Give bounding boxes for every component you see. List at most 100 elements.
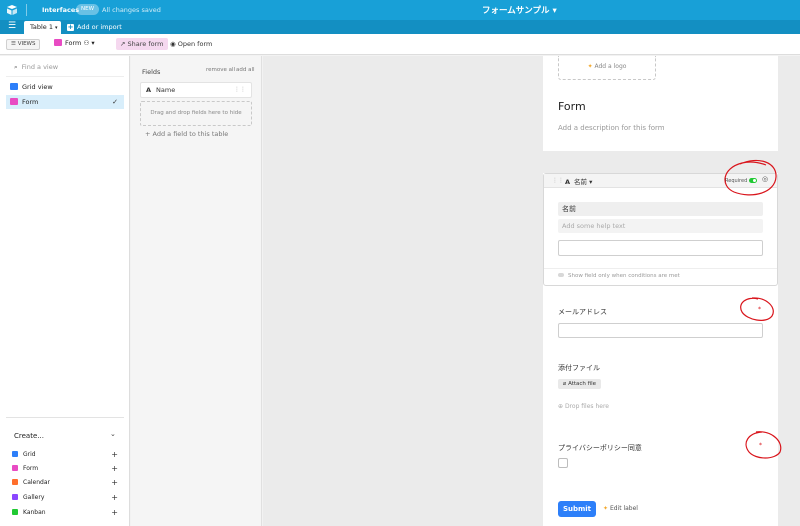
add-logo-button[interactable]: ✦ Add a logo <box>558 56 656 80</box>
calendar-view-icon <box>12 479 18 485</box>
privacy-field-label: プライバシーポリシー同意 <box>558 444 642 452</box>
fields-panel: Fields remove all add all A Name ⋮⋮ Drag … <box>131 56 262 526</box>
create-item-label: Form <box>23 465 39 472</box>
create-item-label: Calendar <box>23 479 50 486</box>
field-label-input[interactable]: 名前 <box>558 202 763 216</box>
email-field-label: メールアドレス <box>558 308 607 316</box>
share-form-button[interactable]: ↗ Share form <box>116 38 168 50</box>
text-field-icon: A <box>565 178 571 186</box>
field-card-name[interactable]: A Name ⋮⋮ <box>140 82 252 98</box>
current-view-selector[interactable]: Form ⚇ ▾ <box>54 39 95 47</box>
tab-table-1[interactable]: Table 1 ▾ <box>24 21 61 34</box>
create-calendar-button[interactable]: Calendar + <box>12 477 120 489</box>
field-type-selector[interactable]: A 名前 ▾ <box>565 176 592 186</box>
views-label: VIEWS <box>17 41 36 47</box>
attach-file-button[interactable]: ⌀ Attach file <box>558 379 602 389</box>
add-field-label: Add a field to this table <box>152 130 229 138</box>
divider <box>26 4 27 16</box>
help-text-input[interactable]: Add some help text <box>558 219 763 233</box>
table-tab-bar: ☰ Table 1 ▾ + Add or import <box>0 20 800 34</box>
chevron-down-icon[interactable]: ⌄ <box>110 430 116 438</box>
chevron-down-icon: ▾ <box>55 25 58 31</box>
top-bar: Interfaces NEW All changes saved フォームサンプ… <box>0 0 800 20</box>
name-preview-input[interactable] <box>558 240 763 256</box>
sidebar-item-form[interactable]: Form ✓ <box>6 95 124 109</box>
create-kanban-button[interactable]: Kanban + <box>12 507 120 519</box>
add-all-link[interactable]: add all <box>236 67 255 73</box>
create-item-label: Gallery <box>23 494 45 501</box>
add-field-button[interactable]: + Add a field to this table <box>145 130 228 138</box>
form-view-icon <box>10 98 18 105</box>
interfaces-link[interactable]: Interfaces <box>42 6 79 14</box>
add-or-import-button[interactable]: + Add or import <box>67 23 122 31</box>
chevron-down-icon: ▾ <box>89 39 95 47</box>
create-gallery-button[interactable]: Gallery + <box>12 492 120 504</box>
menu-icon: ☰ <box>11 41 18 47</box>
find-view-input[interactable]: ⌕ Find a view <box>14 63 58 72</box>
magic-wand-icon: ✦ <box>587 63 595 70</box>
view-name: Form <box>65 39 82 47</box>
sidebar-item-grid-view[interactable]: Grid view <box>6 80 124 94</box>
create-section-label[interactable]: Create... <box>14 432 44 440</box>
search-icon: ⌕ <box>14 63 18 71</box>
email-input[interactable] <box>558 323 763 338</box>
section-gap <box>543 151 778 173</box>
fields-title: Fields <box>142 68 161 76</box>
required-toggle[interactable] <box>749 178 757 183</box>
conditional-visibility-toggle[interactable]: Show field only when conditions are met <box>558 273 680 279</box>
open-form-label: Open form <box>177 40 213 48</box>
view-item-label: Grid view <box>22 83 53 91</box>
share-form-label: Share form <box>127 40 164 48</box>
drag-handle-icon[interactable]: ⋮⋮ <box>552 177 564 184</box>
chevron-down-icon: ▾ <box>587 178 593 186</box>
views-toggle-button[interactable]: ☰ VIEWS <box>6 39 41 50</box>
submit-button[interactable]: Submit <box>558 501 596 517</box>
check-icon: ✓ <box>112 98 118 106</box>
plus-icon: + <box>111 450 118 459</box>
base-title[interactable]: フォームサンプル ▾ <box>482 4 557 16</box>
plus-icon: + <box>111 508 118 517</box>
text-field-icon: A <box>146 86 152 94</box>
form-title[interactable]: Form <box>558 100 586 113</box>
magic-wand-icon: ✦ <box>603 505 610 512</box>
find-view-placeholder: Find a view <box>21 63 59 71</box>
attach-file-label: Attach file <box>568 381 597 387</box>
form-view-icon <box>12 465 18 471</box>
divider <box>544 268 777 269</box>
view-item-label: Form <box>22 98 39 106</box>
field-block-header: ⋮⋮ A 名前 ▾ Required ◎ <box>544 174 777 188</box>
attachment-field-label: 添付ファイル <box>558 364 600 372</box>
form-view-icon <box>54 39 62 46</box>
plus-icon: + <box>111 493 118 502</box>
edit-label-button[interactable]: ✦ Edit label <box>603 505 638 512</box>
field-type-label: 名前 <box>574 178 588 186</box>
edit-label-text: Edit label <box>609 505 638 512</box>
file-dropzone[interactable]: ⊕ Drop files here <box>558 403 609 410</box>
create-item-label: Kanban <box>23 509 46 516</box>
hidden-fields-dropzone[interactable]: Drag and drop fields here to hide <box>140 101 252 126</box>
add-logo-label: Add a logo <box>594 63 627 70</box>
privacy-checkbox[interactable] <box>558 458 568 468</box>
hamburger-menu-icon[interactable]: ☰ <box>8 21 16 31</box>
conditional-label: Show field only when conditions are met <box>568 273 680 279</box>
create-form-button[interactable]: Form + <box>12 463 120 475</box>
plus-icon: + <box>111 478 118 487</box>
drag-handle-icon[interactable]: ⋮⋮ <box>234 83 246 97</box>
form-description-input[interactable]: Add a description for this form <box>558 124 665 132</box>
toggle-icon <box>558 273 564 277</box>
upload-icon: ⊕ <box>558 403 565 410</box>
plus-icon: + <box>111 464 118 473</box>
app-logo-icon[interactable] <box>6 4 18 16</box>
field-block-name[interactable]: ⋮⋮ A 名前 ▾ Required ◎ 名前 Add some help tex… <box>543 173 778 286</box>
open-form-button[interactable]: ◉ Open form <box>170 40 212 48</box>
form-page: ✦ Add a logo Form Add a description for … <box>543 56 778 526</box>
remove-all-link[interactable]: remove all <box>206 67 235 73</box>
create-grid-button[interactable]: Grid + <box>12 449 120 461</box>
share-icon: ↗ <box>120 40 128 48</box>
plus-icon: + <box>67 23 74 31</box>
divider <box>6 417 124 418</box>
eye-icon: ◉ <box>170 40 178 48</box>
required-label: Required <box>725 178 748 184</box>
grid-view-icon <box>12 451 18 457</box>
eye-icon[interactable]: ◎ <box>762 175 768 183</box>
